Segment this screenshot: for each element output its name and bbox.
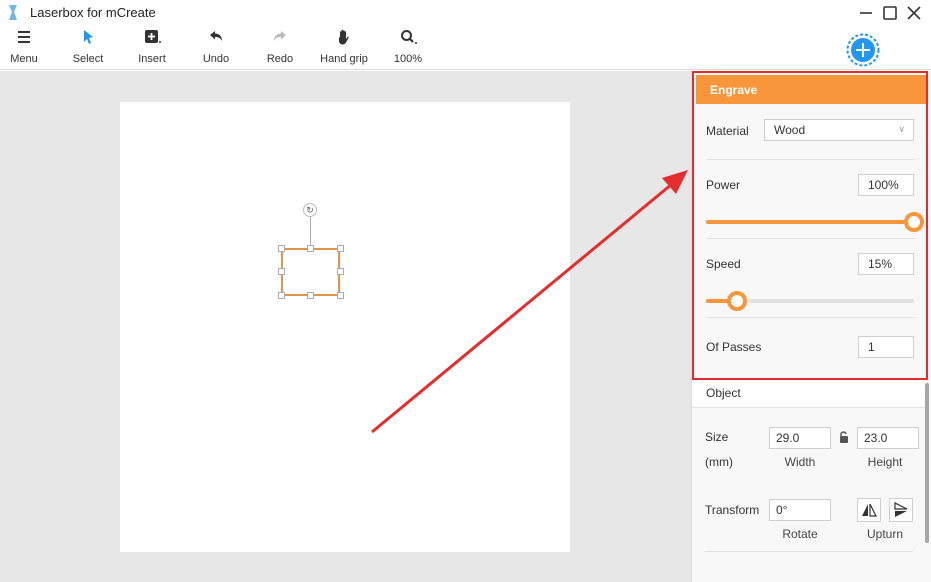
flip-horizontal-icon [862,503,877,517]
rotate-connector [310,215,311,246]
undo-arrow-icon [210,31,222,41]
minimize-icon[interactable] [857,4,875,22]
resize-handle[interactable] [307,292,314,299]
artboard[interactable]: ↻ [120,102,570,552]
select-label: Select [72,53,104,65]
resize-handle[interactable] [278,292,285,299]
transform-label: Transform [705,503,760,517]
menu-label: Menu [10,53,38,65]
speed-label: Speed [706,257,741,271]
divider [707,317,915,318]
flip-vertical-button[interactable] [889,498,913,522]
height-label: Height [867,455,903,469]
resize-handle[interactable] [278,268,285,275]
lock-open-icon[interactable] [838,430,850,444]
hand-grip-button[interactable]: Hand grip [318,28,370,65]
divider [707,238,915,239]
power-label: Power [706,178,741,192]
material-value: Wood [774,123,806,137]
resize-handle[interactable] [337,245,344,252]
power-slider-fill [706,220,914,224]
undo-button[interactable]: Undo [198,28,234,65]
hand-grip-label: Hand grip [320,53,368,65]
cursor-arrow-icon [84,30,93,44]
menu-button[interactable]: Menu [8,28,40,65]
close-icon[interactable] [905,4,923,22]
flip-vertical-icon [894,502,908,517]
unit-label: (mm) [705,455,733,469]
zoom-label: 100% [393,53,423,65]
resize-handle[interactable] [337,292,344,299]
resize-handle[interactable] [278,245,285,252]
window-title: Laserbox for mCreate [30,5,156,20]
passes-label: Of Passes [706,340,762,354]
speed-slider[interactable] [706,291,914,311]
hand-icon [339,29,349,45]
rotate-handle-icon[interactable]: ↻ [303,203,317,217]
canvas-workspace[interactable]: ↻ [0,71,691,582]
width-input[interactable]: 29.0 [769,427,831,449]
insert-label: Insert [138,53,166,65]
power-input[interactable]: 100% [858,174,914,196]
select-button[interactable]: Select [70,28,106,65]
zoom-magnifier-icon [401,30,417,44]
material-label: Material [706,124,749,138]
resize-handle[interactable] [337,268,344,275]
selected-rectangle[interactable] [281,248,340,296]
redo-arrow-icon [274,31,286,41]
redo-button[interactable]: Redo [262,28,298,65]
width-label: Width [784,455,816,469]
material-dropdown[interactable]: Wood ∨ [764,119,914,141]
zoom-button[interactable]: 100% [390,28,426,65]
upturn-label: Upturn [866,527,904,541]
resize-handle[interactable] [307,245,314,252]
hamburger-menu-icon [18,31,30,43]
divider [705,551,913,552]
speed-input[interactable]: 15% [858,253,914,275]
rotate-input[interactable]: 0° [769,499,831,521]
chevron-down-icon: ∨ [898,124,905,134]
power-slider[interactable] [706,212,924,232]
add-plus-fab-icon[interactable] [846,33,880,67]
insert-plus-icon [145,30,161,43]
engrave-header: Engrave [696,75,926,104]
panel-scrollbar[interactable] [925,383,929,543]
power-slider-knob[interactable] [904,212,924,232]
divider [707,159,915,160]
object-header: Object [692,380,928,408]
app-logo-icon [9,5,17,20]
height-input[interactable]: 23.0 [857,427,919,449]
rotate-label: Rotate [782,527,818,541]
insert-button[interactable]: Insert [134,28,170,65]
passes-input[interactable]: 1 [858,336,914,358]
undo-label: Undo [202,53,230,65]
properties-panel: Engrave Material Wood ∨ Power 100% Speed… [691,71,931,582]
size-label: Size [705,430,729,444]
title-bar: Laserbox for mCreate [0,0,931,26]
flip-horizontal-button[interactable] [857,498,881,522]
maximize-icon[interactable] [881,4,899,22]
redo-label: Redo [266,53,294,65]
toolbar: Menu Select Insert Undo Redo Hand grip 1… [0,26,931,70]
speed-slider-knob[interactable] [727,291,748,311]
engrave-section: Engrave Material Wood ∨ Power 100% Speed… [692,71,928,380]
